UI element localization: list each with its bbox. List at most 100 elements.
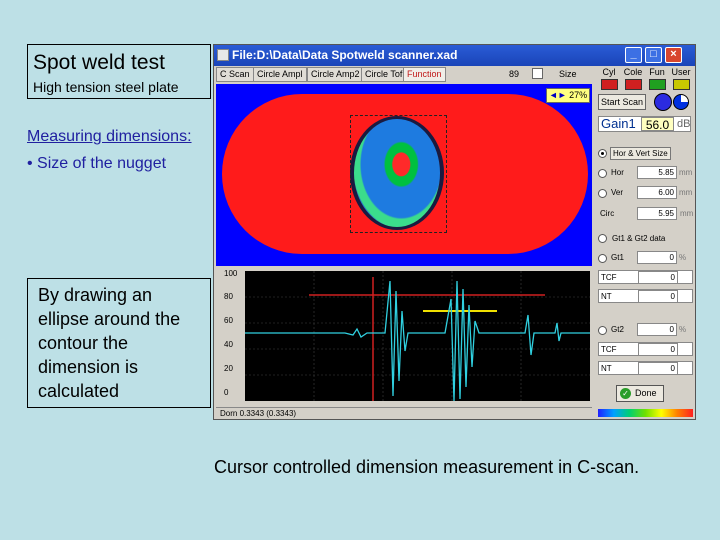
gate-option-label: Gt1 & Gt2 data: [612, 234, 666, 243]
cole-swatch: [624, 79, 642, 90]
c-scan-view[interactable]: ◄► 27%: [216, 84, 592, 266]
gain-unit: dB: [677, 118, 691, 130]
gate-option: Gt1 & Gt2 data: [610, 232, 692, 246]
hor-value: 5.85: [637, 166, 677, 179]
arrow-icon: ◄►: [548, 90, 567, 100]
tab-value-1: 89: [509, 69, 520, 79]
close-button[interactable]: ×: [665, 47, 682, 63]
gt1-nt-field: NT 0: [598, 289, 693, 303]
hor-label: Hor: [611, 168, 624, 177]
gt2-radio[interactable]: [598, 326, 607, 335]
circ-value: 5.95: [637, 207, 677, 220]
tab-circle-ampl[interactable]: Circle Ampl: [253, 67, 307, 82]
user-button[interactable]: User: [670, 67, 692, 90]
hor-radio[interactable]: [598, 169, 607, 178]
control-panel: Cyl Cole Fun User Start Scan Gain1 56.0 …: [596, 67, 695, 419]
draw-line: calculated: [38, 381, 120, 401]
orientation-indicator-icon[interactable]: [673, 94, 689, 110]
done-button[interactable]: ✓ Done: [616, 385, 664, 402]
draw-line: contour the: [38, 333, 129, 353]
gt2-nt-value: 0: [638, 362, 678, 375]
gt1-tcf-label: TCF: [601, 273, 617, 282]
measuring-bullet: • Size of the nugget: [27, 155, 167, 172]
gt1-nt-value: 0: [638, 290, 678, 303]
tab-function[interactable]: Function: [403, 67, 446, 82]
gate-option-radio[interactable]: [598, 234, 607, 243]
y-tick: 60: [224, 316, 233, 325]
tab-circle-amp2[interactable]: Circle Amp2: [307, 67, 364, 82]
start-scan-button[interactable]: Start Scan: [598, 94, 646, 110]
ver-unit: mm: [679, 188, 693, 197]
y-tick: 100: [224, 269, 238, 278]
gt2-tcf-field: TCF 0: [598, 342, 693, 356]
title-box: Spot weld test High tension steel plate: [27, 44, 211, 99]
slide-subtitle: High tension steel plate: [33, 79, 179, 95]
maximize-button[interactable]: □: [645, 47, 662, 63]
a-scan-panel: 100 80 60 40 20 0: [216, 267, 592, 407]
gain-readout[interactable]: ◄► 27%: [546, 88, 590, 103]
gt1-label: Gt1: [611, 253, 624, 262]
user-swatch: [672, 79, 690, 90]
done-label: Done: [635, 388, 657, 398]
gt1-radio[interactable]: [598, 254, 607, 263]
y-tick: 20: [224, 364, 233, 373]
app-window: File:D:\Data\Data Spotweld scanner.xad _…: [213, 44, 696, 420]
tab-circle-tof[interactable]: Circle Tof: [361, 67, 407, 82]
gt2-unit: %: [679, 325, 687, 334]
a-scan-plot[interactable]: [245, 271, 590, 401]
y-tick: 40: [224, 340, 233, 349]
cyl-label: Cyl: [602, 67, 616, 77]
gt2-label: Gt2: [611, 325, 624, 334]
measuring-heading: Measuring dimensions:: [27, 128, 192, 145]
gt2-value: 0: [637, 323, 677, 336]
gt2-nt-field: NT 0: [598, 361, 693, 375]
caption: Cursor controlled dimension measurement …: [214, 457, 640, 477]
circ-field: Circ 5.95 mm: [598, 207, 693, 221]
circ-unit: mm: [680, 209, 694, 218]
measurement-ellipse[interactable]: [350, 115, 447, 233]
gt1-value: 0: [637, 251, 677, 264]
minimize-button[interactable]: _: [625, 47, 642, 63]
user-label: User: [671, 67, 691, 77]
ver-radio[interactable]: [598, 189, 607, 198]
toggle-checkbox[interactable]: [532, 68, 543, 79]
a-scan-signal: [245, 280, 590, 401]
a-scan-graph: [245, 271, 590, 401]
circ-label: Circ: [600, 209, 615, 218]
check-icon: ✓: [620, 388, 631, 399]
draw-description: By drawing an ellipse around the contour…: [27, 278, 211, 408]
ver-field: Ver 6.00 mm: [609, 186, 693, 200]
fun-label: Fun: [649, 67, 665, 77]
cyl-swatch: [600, 79, 618, 90]
window-title: File:D:\Data\Data Spotweld scanner.xad: [232, 48, 458, 62]
gt1-tcf-value: 0: [638, 271, 678, 284]
cyl-button[interactable]: Cyl: [598, 67, 620, 90]
direction-indicator-icon[interactable]: [654, 93, 672, 111]
cole-button[interactable]: Cole: [622, 67, 644, 90]
size-option-button[interactable]: Hor & Vert Size: [610, 147, 671, 160]
draw-line: ellipse around the: [38, 309, 181, 329]
tab-c-scan[interactable]: C Scan: [216, 67, 254, 82]
gt1-tcf-field: TCF 0: [598, 270, 693, 284]
gain-label: Gain1: [601, 116, 636, 131]
title-bar[interactable]: File:D:\Data\Data Spotweld scanner.xad _…: [214, 45, 695, 66]
draw-line: dimension is: [38, 357, 139, 377]
ver-value: 6.00: [637, 186, 677, 199]
hor-field: Hor 5.85 mm: [609, 166, 693, 180]
gain-input[interactable]: 56.0: [641, 117, 674, 132]
status-bar: Dorn 0.3343 (0.3343): [216, 407, 592, 419]
cole-label: Cole: [623, 67, 643, 77]
size-option-radio[interactable]: [598, 149, 607, 158]
gt1-unit: %: [679, 253, 687, 262]
hor-unit: mm: [679, 168, 693, 177]
app-icon: [217, 49, 229, 61]
fun-swatch: [648, 79, 666, 90]
gain-readout-value: 27%: [569, 90, 588, 100]
gt2-nt-label: NT: [601, 364, 612, 373]
fun-button[interactable]: Fun: [646, 67, 668, 90]
gt1-nt-label: NT: [601, 292, 612, 301]
gt2-tcf-value: 0: [638, 343, 678, 356]
draw-line: By drawing an: [38, 285, 153, 305]
gt1-field: Gt1 0 %: [609, 251, 693, 265]
y-tick: 80: [224, 292, 233, 301]
